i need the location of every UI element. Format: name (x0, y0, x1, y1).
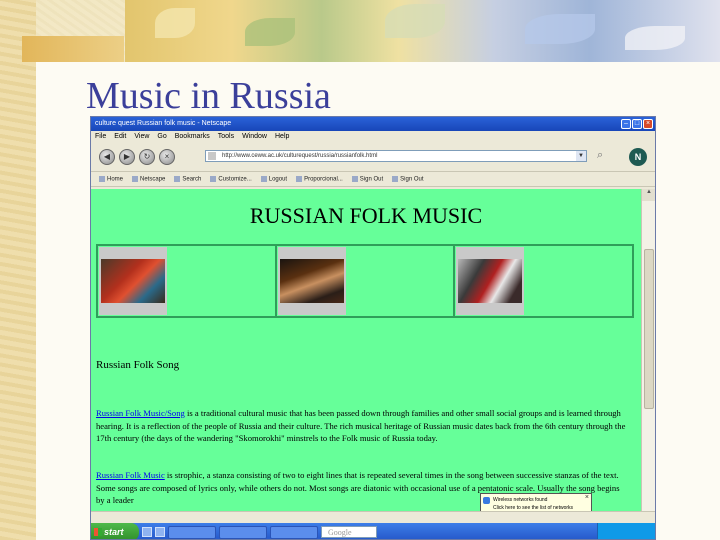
maximize-button[interactable]: □ (632, 119, 642, 129)
paragraph: Russian Folk Music/Song is a traditional… (96, 407, 628, 445)
folk-ensemble-photo (99, 247, 167, 315)
photo-cell (454, 245, 634, 317)
url-input[interactable]: http://www.ceww.ac.uk/culturequest/russi… (205, 150, 587, 162)
bookmark-icon (351, 175, 358, 182)
reload-icon[interactable]: ↻ (139, 149, 155, 165)
notification-title: Wireless networks found (493, 497, 548, 503)
close-button[interactable]: × (643, 119, 653, 129)
taskbar-window-button[interactable] (168, 525, 216, 539)
menu-window[interactable]: Window (242, 131, 267, 143)
toolbar-item-netscape[interactable]: Netscape (132, 175, 165, 182)
window-titlebar: culture quest Russian folk music - Netsc… (91, 117, 655, 131)
navigation-toolbar: ◀ ▶ ↻ × http://www.ceww.ac.uk/cultureque… (91, 143, 655, 171)
bookmark-icon (392, 175, 399, 182)
folk-music-link[interactable]: Russian Folk Music/Song (96, 408, 185, 418)
toolbar-item-signout-2[interactable]: Sign Out (392, 175, 424, 182)
vertical-scrollbar[interactable]: ▲ (641, 189, 655, 511)
status-bar (91, 511, 655, 523)
browser-window: culture quest Russian folk music - Netsc… (90, 116, 656, 540)
photo-cell (97, 245, 276, 317)
back-icon[interactable]: ◀ (99, 149, 115, 165)
street-performers-photo (456, 247, 525, 315)
section-subheading: Russian Folk Song (96, 359, 180, 371)
decorative-strip (0, 0, 36, 540)
menu-file[interactable]: File (95, 131, 106, 143)
home-icon (99, 175, 105, 182)
search-icon (174, 175, 181, 182)
taskbar-window-button[interactable] (270, 525, 318, 539)
toolbar-item-customize[interactable]: Customize... (210, 175, 252, 182)
menu-go[interactable]: Go (157, 131, 166, 143)
window-title: culture quest Russian folk music - Netsc… (95, 120, 232, 127)
minimize-button[interactable]: – (621, 119, 631, 129)
toolbar-item-home[interactable]: Home (99, 175, 123, 182)
bookmark-icon (210, 175, 217, 182)
close-icon[interactable]: × (585, 494, 589, 502)
decorative-banner (125, 0, 720, 62)
menu-edit[interactable]: Edit (114, 131, 126, 143)
url-text: http://www.ceww.ac.uk/culturequest/russi… (222, 153, 378, 159)
menu-bookmarks[interactable]: Bookmarks (175, 131, 210, 143)
bookmark-icon (260, 175, 267, 182)
slide-title: Music in Russia (86, 75, 331, 117)
menu-tools[interactable]: Tools (218, 131, 234, 143)
start-button[interactable]: start (91, 523, 139, 539)
toolbar-item-proporcional[interactable]: Proporcional... (296, 175, 343, 182)
scroll-thumb[interactable] (644, 249, 654, 409)
toolbar-item-signout-1[interactable]: Sign Out (351, 175, 383, 182)
folk-musicians-photo (277, 247, 346, 315)
toolbar-item-search[interactable]: Search (174, 175, 201, 182)
wireless-icon (483, 497, 490, 504)
bookmark-icon (296, 175, 303, 182)
photo-cell (275, 245, 455, 317)
quicklaunch-icon[interactable] (155, 527, 165, 537)
menu-view[interactable]: View (134, 131, 149, 143)
system-tray (597, 523, 655, 539)
decorative-tile (22, 36, 124, 62)
windows-icon (94, 528, 102, 536)
google-search-box[interactable]: Google (321, 526, 377, 538)
page-content: RUSSIAN FOLK MUSIC Russian Folk Song Rus… (91, 189, 641, 511)
quicklaunch-icon[interactable] (142, 527, 152, 537)
menu-bar: File Edit View Go Bookmarks Tools Window… (91, 131, 655, 143)
url-dropdown-icon[interactable]: ▼ (576, 151, 586, 161)
page-heading: RUSSIAN FOLK MUSIC (249, 203, 483, 228)
search-icon[interactable]: ⌕ (597, 149, 615, 165)
menu-help[interactable]: Help (275, 131, 289, 143)
netscape-logo: N (629, 148, 647, 166)
taskbar: start Google (91, 523, 655, 539)
netscape-icon (132, 175, 139, 182)
stop-icon[interactable]: × (159, 149, 175, 165)
forward-icon[interactable]: ▶ (119, 149, 135, 165)
photo-table (96, 244, 634, 318)
page-icon (208, 152, 216, 160)
folk-music-link[interactable]: Russian Folk Music (96, 470, 165, 480)
taskbar-window-button[interactable] (219, 525, 267, 539)
scroll-up-icon[interactable]: ▲ (642, 189, 655, 201)
personal-toolbar: Home Netscape Search Customize... Logout… (91, 171, 655, 187)
toolbar-item-logout[interactable]: Logout (260, 175, 287, 182)
